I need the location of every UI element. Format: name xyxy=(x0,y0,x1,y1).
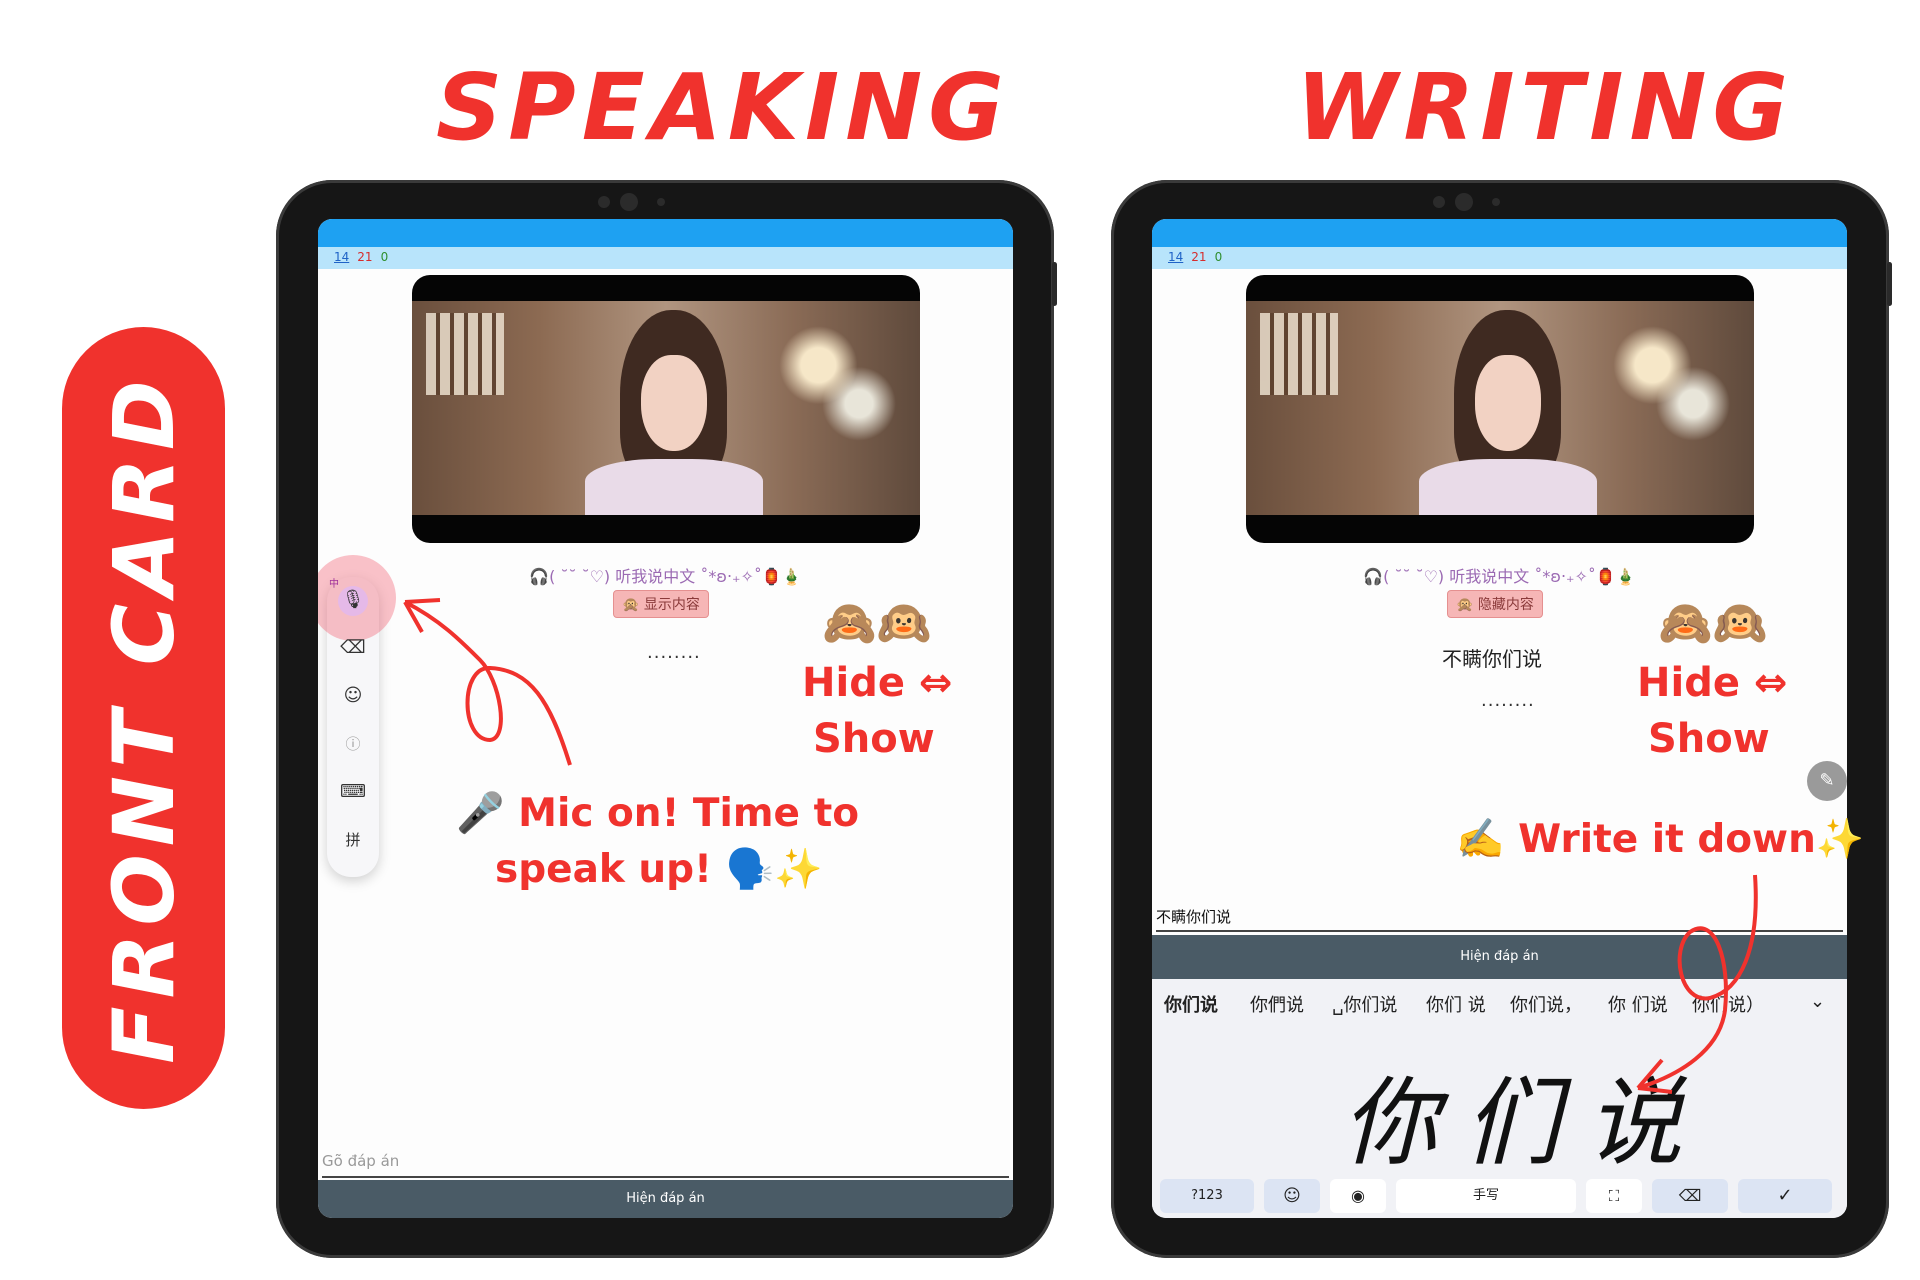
expand-icon[interactable]: ⛶ xyxy=(1586,1179,1642,1213)
show-content-button[interactable]: 🙊 显示内容 xyxy=(613,590,709,618)
pinyin-input-icon[interactable]: 拼 xyxy=(345,829,360,850)
handwriting-key-row: ?123 ☺ ◉ 手写 ⛶ ⌫ ✓ xyxy=(1152,1175,1847,1218)
camera-lens xyxy=(620,193,638,211)
hidden-placeholder-dots: ........ xyxy=(647,642,701,663)
sensor-dot xyxy=(657,198,665,206)
symbols-key[interactable]: ?123 xyxy=(1160,1179,1254,1213)
camera-lens xyxy=(1455,193,1473,211)
hide-show-emoji: 🙈🙉 xyxy=(822,598,932,649)
sensor-dot xyxy=(1492,198,1500,206)
arrow-to-handwriting xyxy=(1636,874,1758,1094)
writing-title: WRITING xyxy=(1296,54,1795,161)
card-subtitle: 🎧( ˘˘ ˘♡) 听我说中文 ˚*ʚ‧₊✧˚🏮🎍 xyxy=(1363,567,1636,586)
mic-icon[interactable]: 🎙 xyxy=(342,589,365,610)
new-count: 14 xyxy=(1168,250,1184,264)
candidate-4[interactable]: 你们 说 xyxy=(1426,991,1486,1017)
speaking-title: SPEAKING xyxy=(436,54,1010,161)
card-toolbar xyxy=(1152,247,1847,269)
video-player[interactable] xyxy=(412,275,920,543)
character-face xyxy=(640,354,707,451)
backspace-icon[interactable]: ⌫ xyxy=(340,637,365,658)
window-lattice xyxy=(426,313,504,395)
review-count: 0 xyxy=(1214,250,1223,264)
character-dress xyxy=(1418,459,1597,515)
chevron-down-icon[interactable]: ⌄ xyxy=(1810,991,1825,1012)
language-indicator: 中 xyxy=(329,579,339,590)
candidate-1[interactable]: 你们说 xyxy=(1164,991,1218,1017)
front-card-text: FRONT CARD xyxy=(94,372,193,1064)
review-count: 0 xyxy=(380,250,389,264)
keyboard-side-toolbar: 中 🎙 ⌫ ☺ ⓘ ⌨ 拼 xyxy=(318,555,396,877)
hidden-placeholder-dots: ........ xyxy=(1481,690,1535,711)
mic-note-line-1: 🎤 Mic on! Time to xyxy=(456,791,860,836)
candidate-5[interactable]: 你们说， xyxy=(1510,991,1582,1017)
video-frame xyxy=(412,301,920,515)
hide-show-label-1: Hide ⇔ xyxy=(1637,660,1788,706)
info-icon[interactable]: ⓘ xyxy=(345,733,360,754)
status-bar xyxy=(318,219,1013,247)
hide-content-button[interactable]: 🙊 隐藏内容 xyxy=(1447,590,1543,618)
learn-count: 21 xyxy=(1191,250,1207,264)
status-bar xyxy=(1152,219,1847,247)
camera-dot xyxy=(1433,196,1445,208)
emoji-icon[interactable]: ☺ xyxy=(344,685,363,706)
video-frame xyxy=(1246,301,1754,515)
globe-icon[interactable]: ◉ xyxy=(1330,1179,1386,1213)
card-counts: 14 21 0 xyxy=(334,250,388,264)
character-dress xyxy=(584,459,763,515)
card-counts: 14 21 0 xyxy=(1168,250,1222,264)
learn-count: 21 xyxy=(357,250,373,264)
new-count: 14 xyxy=(334,250,350,264)
mic-note-line-2: speak up! 🗣️✨ xyxy=(495,847,823,892)
show-answer-button[interactable]: Hiện đáp án xyxy=(318,1180,1013,1218)
hide-show-emoji: 🙈🙉 xyxy=(1658,598,1768,649)
window-lattice xyxy=(1260,313,1338,395)
write-note: ✍️ Write it down✨ xyxy=(1456,817,1865,862)
pencil-icon[interactable]: ✎ xyxy=(1807,761,1847,801)
side-button xyxy=(1887,262,1892,306)
enter-check-icon[interactable]: ✓ xyxy=(1738,1179,1832,1213)
candidate-3[interactable]: ␣你们说 xyxy=(1332,991,1397,1017)
character-face xyxy=(1474,354,1541,451)
hide-show-label-1: Hide ⇔ xyxy=(802,660,953,706)
answer-input[interactable]: Gõ đáp án xyxy=(322,1152,1009,1178)
backspace-icon[interactable]: ⌫ xyxy=(1652,1179,1728,1213)
emoji-icon[interactable]: ☺ xyxy=(1264,1179,1320,1213)
side-button xyxy=(1052,262,1057,306)
keyboard-icon[interactable]: ⌨ xyxy=(340,781,366,802)
revealed-sentence: 不瞒你们说 xyxy=(1442,647,1542,671)
candidate-2[interactable]: 你們说 xyxy=(1250,991,1304,1017)
hide-show-label-2: Show xyxy=(1648,716,1770,762)
video-player[interactable] xyxy=(1246,275,1754,543)
camera-dot xyxy=(598,196,610,208)
arrow-to-mic xyxy=(403,598,572,766)
hide-show-label-2: Show xyxy=(813,716,935,762)
handwriting-space-key[interactable]: 手写 xyxy=(1396,1179,1576,1213)
front-card-label: FRONT CARD xyxy=(62,327,225,1109)
card-toolbar xyxy=(318,247,1013,269)
